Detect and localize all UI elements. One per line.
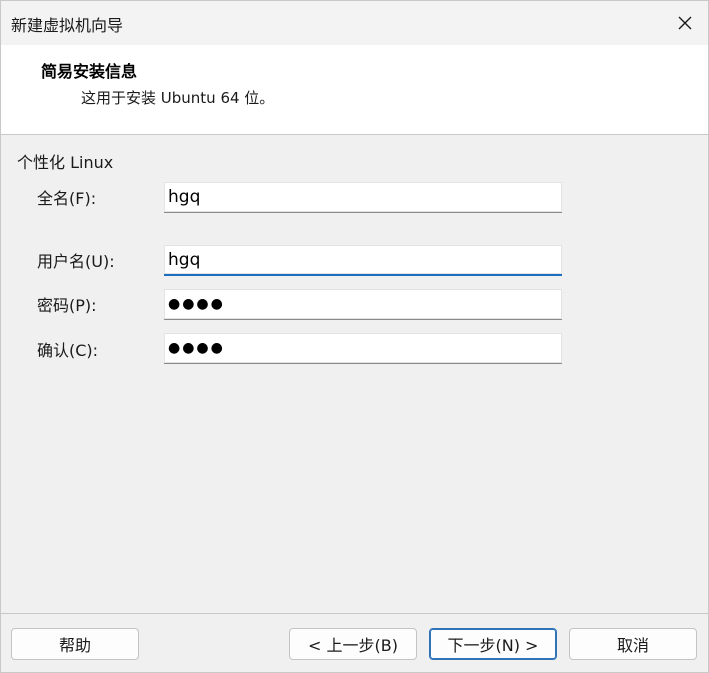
close-button[interactable] bbox=[662, 1, 708, 45]
header-panel: 简易安装信息 这用于安装 Ubuntu 64 位。 bbox=[1, 45, 708, 135]
password-label: 密码(P): bbox=[37, 296, 97, 315]
back-button[interactable]: < 上一步(B) bbox=[289, 628, 417, 660]
header-title: 简易安装信息 bbox=[41, 62, 138, 81]
username-label: 用户名(U): bbox=[37, 252, 115, 271]
window-title: 新建虚拟机向导 bbox=[11, 16, 124, 35]
fullname-input[interactable] bbox=[164, 182, 562, 213]
wizard-window: 新建虚拟机向导 简易安装信息 这用于安装 Ubuntu 64 位。 个性化 Li… bbox=[0, 0, 709, 673]
close-icon bbox=[678, 16, 692, 30]
title-bar: 新建虚拟机向导 bbox=[1, 1, 708, 45]
header-subtitle: 这用于安装 Ubuntu 64 位。 bbox=[81, 89, 275, 107]
footer-divider bbox=[1, 613, 708, 614]
fullname-label: 全名(F): bbox=[37, 189, 97, 208]
password-input[interactable] bbox=[164, 289, 562, 320]
confirm-label: 确认(C): bbox=[37, 341, 99, 360]
username-input[interactable] bbox=[164, 245, 562, 276]
next-button[interactable]: 下一步(N) > bbox=[429, 628, 557, 660]
cancel-button[interactable]: 取消 bbox=[569, 628, 697, 660]
help-button[interactable]: 帮助 bbox=[11, 628, 139, 660]
section-label: 个性化 Linux bbox=[17, 153, 114, 172]
confirm-password-input[interactable] bbox=[164, 333, 562, 364]
